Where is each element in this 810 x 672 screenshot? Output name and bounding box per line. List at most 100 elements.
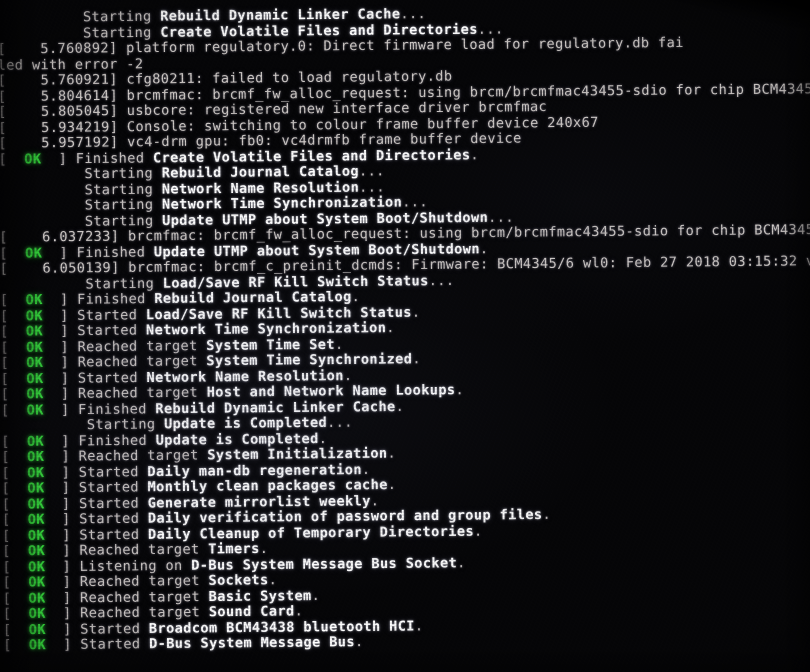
kernel-timestamp: [ 6.050139] (0, 259, 129, 278)
status-badge: OK (25, 338, 44, 356)
status-bracket-open: [ (0, 323, 26, 340)
status-bracket-open: [ (3, 637, 29, 654)
status-bracket-open: [ (2, 527, 28, 544)
status-bracket-open: [ (2, 574, 29, 591)
status-verb: Started (80, 620, 149, 638)
status-suffix: . (455, 381, 465, 399)
status-badge: OK (27, 464, 45, 481)
status-suffix: . (351, 288, 361, 306)
status-suffix: ... (477, 20, 504, 38)
status-badge: OK (26, 401, 44, 419)
status-bracket-open: [ (2, 605, 29, 623)
status-suffix: . (473, 522, 483, 540)
status-suffix: . (542, 506, 552, 523)
status-badge: OK (27, 542, 46, 560)
status-bracket-close: ] (43, 370, 78, 387)
status-suffix: . (457, 554, 466, 571)
status-bracket-close: ] (43, 338, 78, 356)
status-verb: Starting (85, 275, 163, 293)
status-badge: OK (28, 636, 47, 654)
status-badge: OK (25, 323, 44, 340)
status-bracket-open: [ (2, 590, 29, 607)
status-badge: OK (25, 244, 43, 262)
status-suffix: . (411, 303, 421, 321)
status-suffix: ... (488, 208, 514, 226)
status-bracket-open: [ (0, 150, 25, 168)
status-suffix: . (343, 367, 353, 384)
status-suffix: . (268, 572, 278, 589)
status-bracket-open: [ (1, 495, 28, 513)
status-suffix: ... (358, 163, 385, 180)
status-bracket-close: ] (42, 322, 78, 340)
status-badge: OK (25, 291, 43, 309)
status-verb: Started (79, 510, 148, 528)
kernel-timestamp: [ 5.934219] (0, 118, 127, 136)
status-bracket-close: ] (44, 448, 79, 465)
status-verb: Reached target (77, 384, 207, 402)
service-unit-name: Network Time Synchronization (145, 319, 387, 339)
status-suffix: . (370, 492, 380, 509)
status-badge: OK (28, 589, 46, 607)
status-badge: OK (28, 605, 46, 622)
service-unit-name: Sound Card (208, 603, 295, 621)
service-unit-name: Timers (208, 540, 260, 558)
status-badge: OK (27, 480, 45, 497)
status-suffix: . (354, 633, 364, 651)
status-bracket-open: [ (0, 354, 27, 372)
status-verb: Reached target (79, 541, 209, 559)
kernel-timestamp: [ 5.957192] (0, 134, 128, 152)
status-suffix: . (395, 398, 405, 415)
status-badge: OK (27, 495, 45, 513)
status-verb: Finished (78, 432, 156, 449)
status-bracket-close: ] (43, 354, 78, 371)
status-suffix: . (412, 351, 421, 368)
status-bracket-close: ] (44, 495, 80, 513)
status-bracket-close: ] (44, 526, 80, 544)
status-suffix: ... (359, 178, 385, 196)
status-suffix: . (259, 540, 269, 558)
status-bracket-close: ] (42, 291, 78, 309)
status-bracket-close: ] (44, 511, 80, 528)
kernel-timestamp: [ 5.805045] (0, 102, 127, 121)
status-suffix: . (361, 461, 371, 478)
status-bracket-close: ] (45, 605, 81, 622)
status-badge: OK (28, 574, 46, 591)
status-verb: Started (77, 322, 147, 340)
status-bracket-open: [ (0, 339, 27, 356)
service-unit-name: Host and Network Name Lookups (206, 382, 456, 401)
status-badge: OK (27, 448, 45, 466)
status-suffix: . (334, 336, 344, 353)
status-badge: OK (26, 433, 45, 450)
status-verb: Reached target (79, 572, 209, 591)
status-bracket-close: ] (44, 464, 79, 481)
status-badge: OK (27, 511, 45, 528)
status-suffix: ... (428, 272, 455, 289)
status-bracket-open: [ (0, 401, 27, 419)
service-unit-name: D-Bus System Message Bus Socket (191, 554, 458, 574)
status-bracket-open: [ (2, 558, 29, 576)
kernel-timestamp: [ 6.037233] (0, 228, 129, 246)
status-verb: Started (78, 479, 148, 496)
status-badge: OK (26, 370, 44, 387)
status-verb: Reached target (77, 337, 207, 355)
status-bracket-close: ] (45, 589, 81, 607)
status-bracket-open: [ (0, 307, 26, 325)
status-verb: Listening on (79, 557, 192, 575)
status-verb: Started (77, 306, 146, 324)
status-bracket-open: [ (0, 292, 26, 309)
status-bracket-open: [ (2, 621, 29, 638)
status-suffix: . (386, 319, 395, 337)
status-bracket-open: [ (0, 245, 26, 262)
status-suffix: . (294, 603, 304, 620)
status-suffix: . (311, 587, 321, 604)
status-verb: Finished (75, 149, 154, 167)
status-suffix: . (387, 476, 397, 494)
status-suffix: . (387, 445, 397, 462)
status-suffix: ... (326, 414, 353, 431)
status-bracket-open: [ (1, 433, 28, 450)
